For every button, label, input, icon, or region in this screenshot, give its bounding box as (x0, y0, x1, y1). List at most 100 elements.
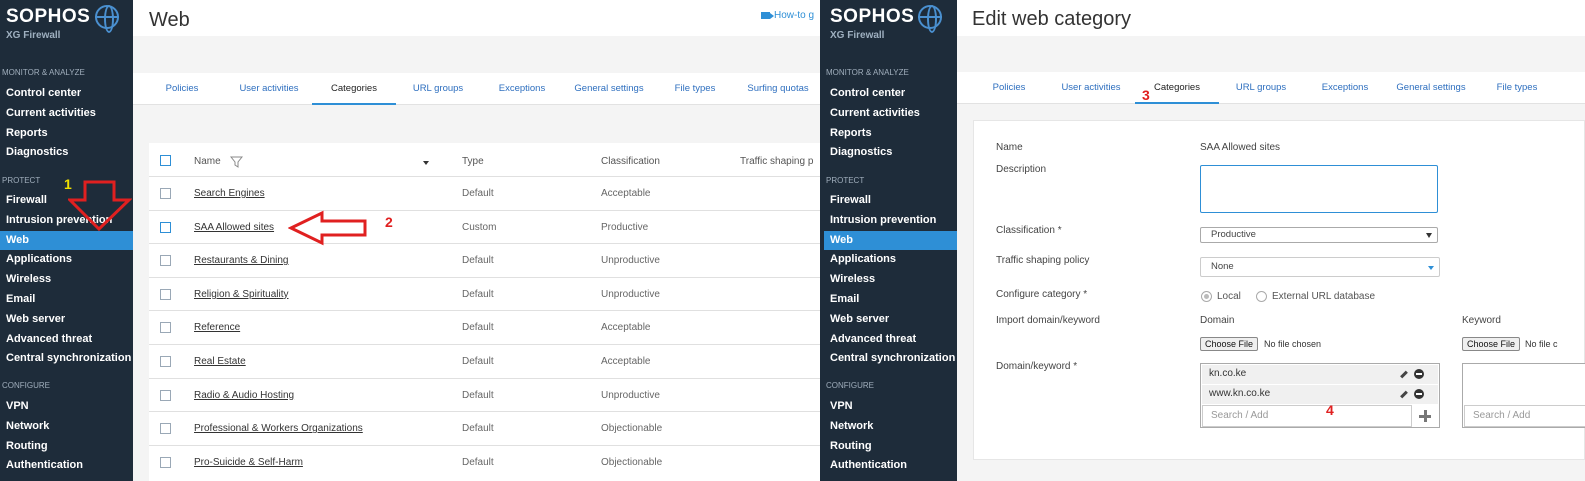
sidebar-item-control-center[interactable]: Control center (830, 84, 905, 103)
tab-exceptions[interactable]: Exceptions (1302, 72, 1388, 104)
tab-surfing-quotas[interactable]: Surfing quotas (736, 73, 820, 105)
table-row[interactable]: Restaurants & Dining Default Unproductiv… (149, 243, 820, 277)
remove-icon[interactable] (1414, 389, 1424, 399)
tab-exceptions[interactable]: Exceptions (479, 73, 565, 105)
tab-url-groups[interactable]: URL groups (397, 73, 479, 105)
sidebar-item-routing[interactable]: Routing (830, 437, 872, 456)
domain-choose-file-button[interactable]: Choose File (1200, 337, 1259, 351)
column-traffic-shaping[interactable]: Traffic shaping p (740, 156, 813, 167)
annotation-4: 4 (1326, 402, 1334, 418)
tab-url-groups[interactable]: URL groups (1220, 72, 1302, 104)
category-name-link[interactable]: Radio & Audio Hosting (194, 390, 294, 401)
table-row[interactable]: Pro-Suicide & Self-Harm Default Objectio… (149, 444, 820, 479)
tab-policies[interactable]: Policies (149, 73, 215, 105)
traffic-shaping-select[interactable]: None (1200, 257, 1440, 277)
table-row[interactable]: Radio & Audio Hosting Default Unproducti… (149, 377, 820, 412)
row-checkbox[interactable] (160, 188, 171, 199)
tab-user-activities[interactable]: User activities (225, 73, 313, 105)
column-classification[interactable]: Classification (601, 156, 660, 167)
sidebar-item-reports[interactable]: Reports (830, 124, 872, 143)
sidebar-item-wireless[interactable]: Wireless (6, 270, 51, 289)
category-name-link[interactable]: Search Engines (194, 188, 265, 199)
tab-general-settings[interactable]: General settings (1387, 72, 1475, 104)
table-row[interactable]: Reference Default Acceptable (149, 310, 820, 344)
sidebar: SOPHOS XG Firewall MONITOR & ANALYZE Cont… (820, 0, 957, 481)
table-row[interactable]: Search Engines Default Acceptable (149, 176, 820, 210)
domain-search-input[interactable]: Search / Add (1202, 405, 1412, 427)
sidebar-item-wireless[interactable]: Wireless (830, 270, 875, 289)
column-name[interactable]: Name (194, 156, 221, 167)
keyword-choose-file-button[interactable]: Choose File (1462, 337, 1521, 351)
tab-user-activities[interactable]: User activities (1048, 72, 1134, 104)
sidebar-item-central-synchronization[interactable]: Central synchronization (830, 349, 955, 368)
tab-general-settings[interactable]: General settings (565, 73, 653, 105)
table-row[interactable]: Professional & Workers Organizations Def… (149, 411, 820, 445)
sophos-logo: SOPHOS (830, 6, 915, 27)
tab-policies[interactable]: Policies (973, 72, 1045, 104)
tab-categories[interactable]: Categories (312, 73, 396, 105)
sidebar-item-network[interactable]: Network (830, 417, 873, 436)
sidebar: SOPHOS XG Firewall MONITOR & ANALYZE Cont… (0, 0, 133, 481)
category-name-link[interactable]: Pro-Suicide & Self-Harm (194, 457, 303, 468)
sidebar-item-web[interactable]: Web (824, 230, 957, 250)
add-icon[interactable] (1419, 410, 1431, 422)
remove-icon[interactable] (1414, 369, 1424, 379)
edit-icon[interactable] (1400, 370, 1408, 379)
row-checkbox[interactable] (160, 255, 171, 267)
sidebar-item-current-activities[interactable]: Current activities (830, 104, 920, 123)
row-checkbox[interactable] (160, 456, 171, 468)
sidebar-item-firewall[interactable]: Firewall (830, 191, 871, 210)
sidebar-item-applications[interactable]: Applications (6, 250, 72, 269)
category-name-link[interactable]: SAA Allowed sites (194, 222, 274, 233)
sidebar-item-control-center[interactable]: Control center (6, 84, 81, 103)
sidebar-item-reports[interactable]: Reports (6, 124, 48, 143)
sidebar-item-diagnostics[interactable]: Diagnostics (830, 143, 892, 162)
category-name-link[interactable]: Restaurants & Dining (194, 255, 289, 266)
row-checkbox[interactable] (160, 356, 171, 367)
external-url-radio[interactable] (1256, 291, 1267, 302)
sidebar-item-email[interactable]: Email (6, 290, 35, 309)
category-name-link[interactable]: Reference (194, 322, 240, 333)
sidebar-item-intrusion-prevention[interactable]: Intrusion prevention (830, 211, 936, 230)
sidebar-item-current-activities[interactable]: Current activities (6, 104, 96, 123)
sidebar-item-vpn[interactable]: VPN (830, 397, 853, 416)
row-checkbox[interactable] (160, 221, 171, 233)
tab-file-types[interactable]: File types (654, 73, 736, 105)
sidebar-item-authentication[interactable]: Authentication (6, 456, 83, 475)
category-name-link[interactable]: Real Estate (194, 356, 246, 367)
row-checkbox[interactable] (160, 389, 171, 401)
row-checkbox[interactable] (160, 423, 171, 435)
description-textarea[interactable] (1200, 165, 1438, 213)
edit-icon[interactable] (1400, 390, 1408, 399)
select-all-checkbox[interactable] (160, 155, 171, 166)
sidebar-item-applications[interactable]: Applications (830, 250, 896, 269)
sidebar-item-web-server[interactable]: Web server (830, 310, 889, 329)
sidebar-item-advanced-threat[interactable]: Advanced threat (6, 330, 92, 349)
sidebar-item-web[interactable]: Web (0, 230, 133, 250)
sidebar-item-advanced-threat[interactable]: Advanced threat (830, 330, 916, 349)
keyword-search-input[interactable]: Search / Add (1464, 405, 1585, 427)
column-type[interactable]: Type (462, 156, 484, 167)
sidebar-item-diagnostics[interactable]: Diagnostics (6, 143, 68, 162)
classification-select[interactable]: Productive (1200, 227, 1438, 243)
sort-desc-icon[interactable] (423, 161, 429, 165)
table-row[interactable]: Religion & Spirituality Default Unproduc… (149, 276, 820, 311)
sidebar-item-authentication[interactable]: Authentication (830, 456, 907, 475)
sidebar-item-web-server[interactable]: Web server (6, 310, 65, 329)
sidebar-item-central-synchronization[interactable]: Central synchronization (6, 349, 131, 368)
sidebar-item-firewall[interactable]: Firewall (6, 191, 47, 210)
category-name-link[interactable]: Professional & Workers Organizations (194, 423, 363, 434)
row-checkbox[interactable] (160, 288, 171, 300)
sidebar-item-email[interactable]: Email (830, 290, 859, 309)
category-name-link[interactable]: Religion & Spirituality (194, 289, 289, 300)
table-row[interactable]: SAA Allowed sites Custom Productive (149, 209, 820, 244)
table-row[interactable]: Real Estate Default Acceptable (149, 344, 820, 378)
local-radio[interactable] (1201, 291, 1212, 302)
sidebar-item-vpn[interactable]: VPN (6, 397, 29, 416)
sidebar-item-routing[interactable]: Routing (6, 437, 48, 456)
row-checkbox[interactable] (160, 322, 171, 334)
howto-link[interactable]: How-to g (761, 10, 814, 21)
sidebar-item-network[interactable]: Network (6, 417, 49, 436)
tab-file-types[interactable]: File types (1476, 72, 1558, 104)
filter-icon[interactable] (230, 156, 243, 168)
